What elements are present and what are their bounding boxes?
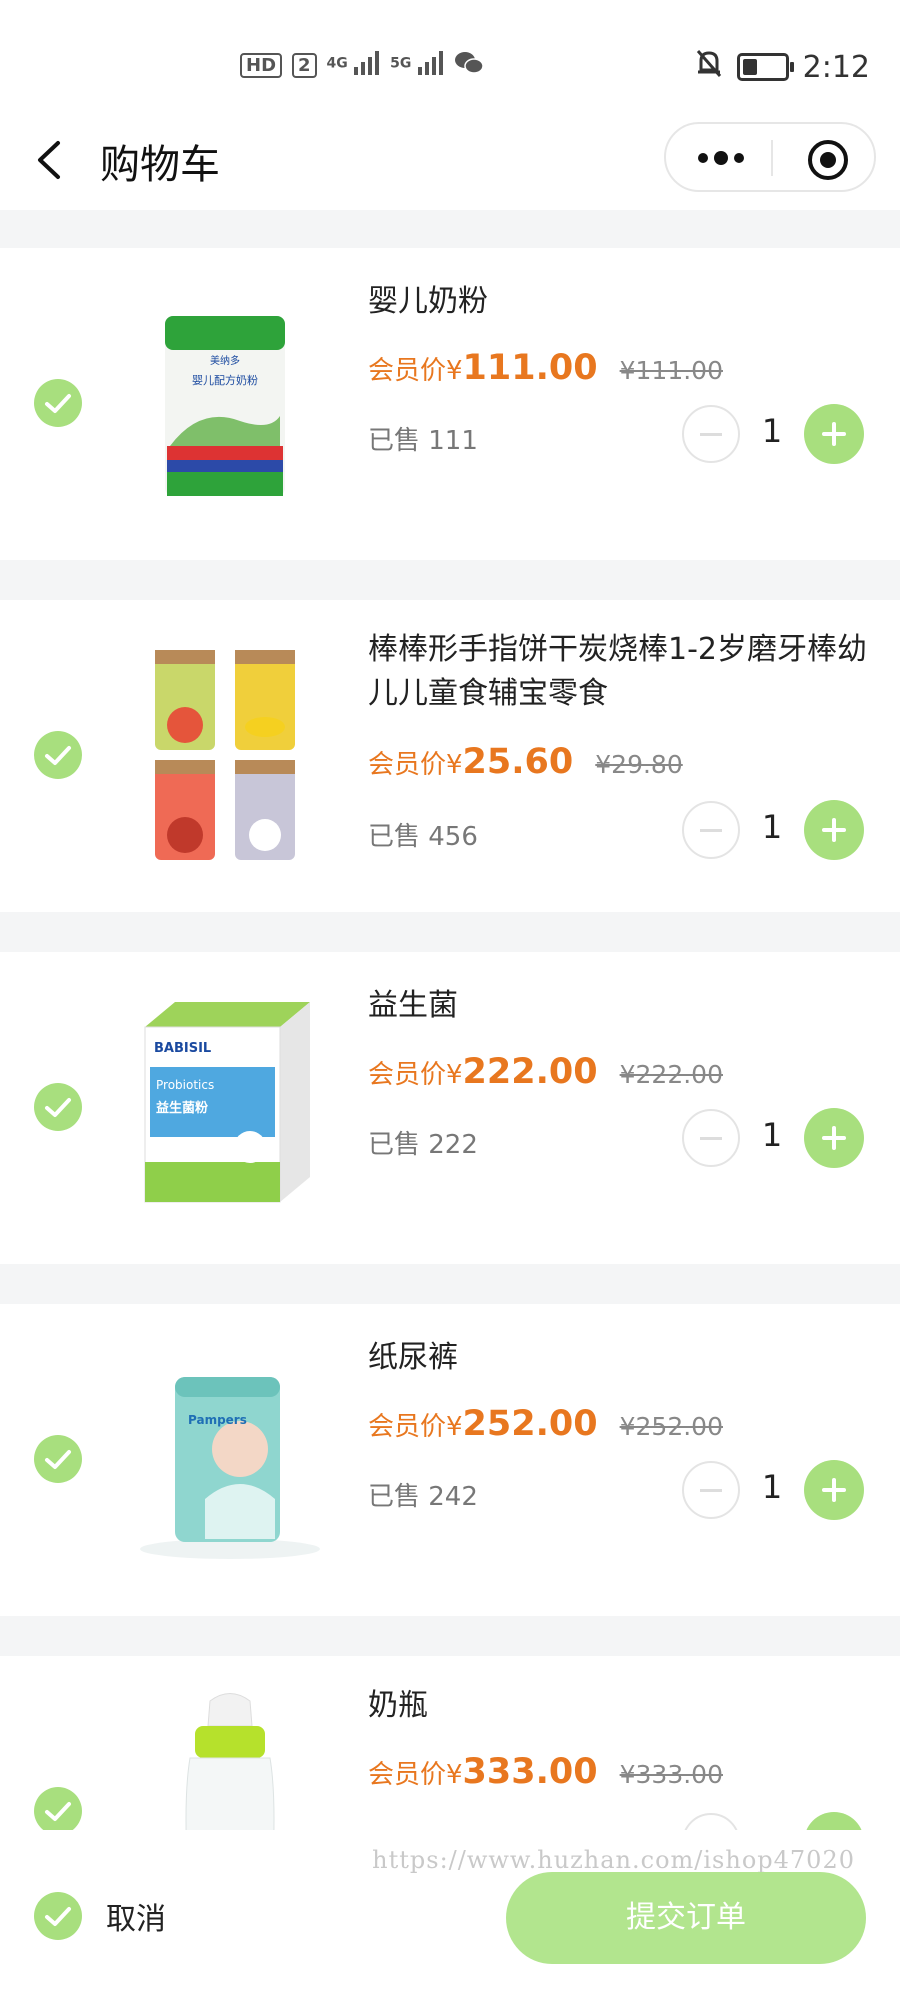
svg-text:婴儿配方奶粉: 婴儿配方奶粉 (192, 373, 258, 387)
quantity-value: 1 (761, 1116, 783, 1154)
decrease-quantity-button[interactable] (682, 405, 740, 463)
decrease-quantity-button[interactable] (682, 801, 740, 859)
price-row: 会员价¥ 25.60 ¥29.80 (368, 742, 683, 792)
biscuit-jars-icon (155, 650, 295, 860)
back-button[interactable] (28, 135, 78, 185)
status-right: 2:12 (695, 48, 870, 86)
product-image[interactable]: Pampers (110, 1349, 350, 1569)
mini-program-capsule (664, 122, 876, 192)
price-row: 会员价¥ 252.00 ¥252.00 (368, 1404, 723, 1454)
member-price-label: 会员价¥ (368, 1760, 463, 1790)
sold-count: 已售 242 (368, 1482, 478, 1512)
original-price: ¥333.00 (619, 1760, 723, 1789)
product-name[interactable]: 棒棒形手指饼干炭烧棒1-2岁磨牙棒幼儿儿童食辅宝零食 (368, 628, 868, 716)
member-price-label: 会员价¥ (368, 1412, 463, 1442)
product-name[interactable]: 纸尿裤 (368, 1336, 868, 1380)
item-checkbox[interactable] (34, 1435, 82, 1483)
original-price: ¥111.00 (619, 356, 723, 385)
price-row: 会员价¥ 111.00 ¥111.00 (368, 348, 723, 398)
bottom-bar: https://www.huzhan.com/ishop47020 取消 提交订… (0, 1830, 900, 2000)
sold-count: 已售 222 (368, 1130, 478, 1160)
svg-text:美纳多: 美纳多 (210, 354, 240, 367)
increase-quantity-button[interactable] (804, 404, 864, 464)
price-row: 会员价¥ 333.00 ¥333.00 (368, 1752, 723, 1802)
svg-text:BABISIL: BABISIL (154, 1041, 211, 1056)
member-price: 222.00 (462, 1052, 598, 1092)
increase-quantity-button[interactable] (804, 1460, 864, 1520)
decrease-quantity-button[interactable] (682, 1109, 740, 1167)
capsule-divider (771, 140, 773, 176)
diaper-pack-icon: Pampers (140, 1377, 320, 1559)
original-price: ¥222.00 (619, 1060, 723, 1089)
check-icon (45, 394, 71, 413)
quantity-value: 1 (761, 808, 783, 846)
decrease-quantity-button[interactable] (682, 1461, 740, 1519)
item-checkbox[interactable] (34, 379, 82, 427)
status-bar: HD 2 4G 5G 2:12 (0, 0, 900, 110)
hd-badge: HD (240, 53, 283, 78)
watermark: https://www.huzhan.com/ishop47020 (372, 1846, 855, 1874)
member-price-label: 会员价¥ (368, 356, 463, 386)
svg-text:Pampers: Pampers (188, 1413, 247, 1427)
product-name[interactable]: 益生菌 (368, 984, 868, 1028)
product-name[interactable]: 婴儿奶粉 (368, 280, 868, 324)
item-checkbox[interactable] (34, 731, 82, 779)
cart-item: Pampers 纸尿裤 会员价¥ 252.00 ¥252.00 已售 242 1 (0, 1304, 900, 1616)
cart-item: 棒棒形手指饼干炭烧棒1-2岁磨牙棒幼儿儿童食辅宝零食 会员价¥ 25.60 ¥2… (0, 600, 900, 912)
sim-badge: 2 (292, 53, 317, 78)
target-close-icon (808, 140, 848, 180)
member-price: 333.00 (462, 1752, 598, 1792)
check-icon (45, 1907, 71, 1926)
sold-count: 已售 111 (368, 426, 478, 456)
check-icon (45, 746, 71, 765)
cart-item: BABISIL Probiotics 益生菌粉 益生菌 会员价¥ 222.00 … (0, 952, 900, 1264)
sold-count: 已售 456 (368, 822, 478, 852)
cart-item: 美纳多 婴儿配方奶粉 婴儿奶粉 会员价¥ 111.00 ¥111.00 已售 1… (0, 248, 900, 560)
close-mini-program-button[interactable] (806, 138, 850, 182)
submit-order-button[interactable]: 提交订单 (506, 1872, 866, 1964)
status-icons: HD 2 4G 5G (240, 50, 484, 81)
page-title: 购物车 (100, 142, 220, 188)
probiotics-box-icon: BABISIL Probiotics 益生菌粉 (144, 1002, 310, 1203)
nav-bar: 购物车 (0, 110, 900, 210)
more-dots-icon (698, 151, 744, 165)
item-checkbox[interactable] (34, 1083, 82, 1131)
svg-text:益生菌粉: 益生菌粉 (156, 1100, 208, 1116)
member-price-label: 会员价¥ (368, 1060, 463, 1090)
product-image[interactable] (110, 645, 350, 865)
member-price-label: 会员价¥ (368, 750, 463, 780)
svg-text:Probiotics: Probiotics (156, 1078, 214, 1092)
chevron-left-icon (38, 141, 60, 179)
wechat-icon (454, 50, 484, 81)
member-price: 111.00 (462, 348, 598, 388)
item-checkbox[interactable] (34, 1787, 82, 1835)
cancel-button[interactable]: 取消 (106, 1894, 166, 1938)
signal-4g-icon: 4G (327, 51, 381, 80)
clock: 2:12 (802, 49, 870, 85)
battery-icon (736, 53, 794, 81)
check-icon (45, 1098, 71, 1117)
original-price: ¥29.80 (595, 750, 683, 779)
product-name[interactable]: 奶瓶 (368, 1684, 868, 1728)
more-button[interactable] (686, 138, 756, 178)
quantity-value: 1 (761, 1468, 783, 1506)
quantity-value: 1 (761, 412, 783, 450)
check-icon (45, 1450, 71, 1469)
increase-quantity-button[interactable] (804, 1108, 864, 1168)
member-price: 252.00 (462, 1404, 598, 1444)
original-price: ¥252.00 (619, 1412, 723, 1441)
select-all-checkbox[interactable] (34, 1892, 82, 1940)
member-price: 25.60 (462, 742, 574, 782)
price-row: 会员价¥ 222.00 ¥222.00 (368, 1052, 723, 1102)
increase-quantity-button[interactable] (804, 800, 864, 860)
check-icon (45, 1802, 71, 1821)
signal-5g-icon: 5G (390, 51, 444, 80)
product-image[interactable]: BABISIL Probiotics 益生菌粉 (110, 997, 350, 1217)
mute-bell-icon (695, 48, 723, 86)
milk-powder-can-icon: 美纳多 婴儿配方奶粉 (165, 316, 285, 496)
product-image[interactable]: 美纳多 婴儿配方奶粉 (110, 296, 350, 516)
